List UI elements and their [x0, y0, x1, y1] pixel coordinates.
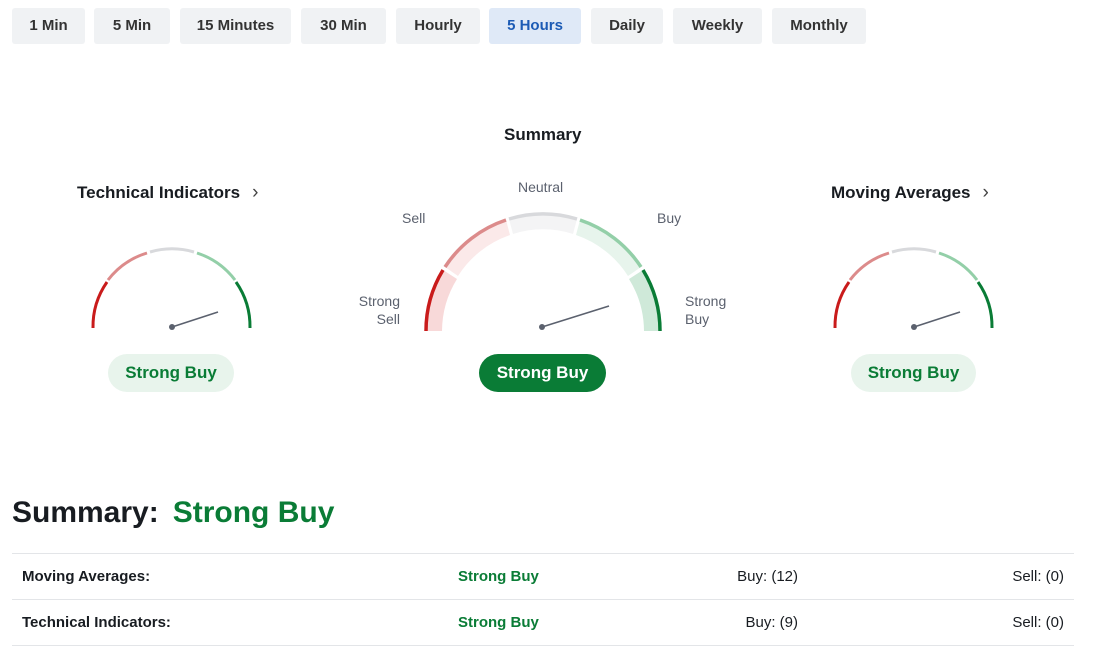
- tab-daily[interactable]: Daily: [591, 8, 663, 44]
- gauge-pivot: [539, 324, 545, 330]
- gauge-needle: [171, 311, 219, 328]
- row-name: Moving Averages:: [22, 568, 151, 585]
- gauge-needle: [541, 305, 610, 328]
- summary-heading-value: Strong Buy: [172, 496, 335, 529]
- gauge-label-strong-sell: Strong Sell: [355, 292, 400, 328]
- row-buy-count: Buy: (12): [737, 568, 798, 585]
- table-row: Moving Averages: Strong Buy Buy: (12) Se…: [12, 554, 1074, 600]
- gauge-label-strong-sell-line2: Sell: [376, 311, 400, 327]
- technical-indicators-gauge: [91, 247, 252, 330]
- gauge-pivot: [911, 324, 917, 330]
- summary-gauge: [424, 212, 662, 332]
- tab-30-min[interactable]: 30 Min: [301, 8, 386, 44]
- row-value: Strong Buy: [458, 568, 539, 585]
- chevron-right-icon[interactable]: ›: [983, 182, 989, 204]
- gauge-segment-buy: [196, 251, 237, 281]
- row-value: Strong Buy: [458, 614, 539, 631]
- gauge-needle: [913, 311, 961, 328]
- summary-gauge-title: Summary: [504, 125, 582, 144]
- summary-heading-label: Summary:: [12, 496, 159, 529]
- technical-indicators-title[interactable]: Technical Indicators ›: [77, 182, 258, 204]
- tab-5-hours[interactable]: 5 Hours: [489, 8, 581, 44]
- gauge-segment-neutral: [891, 247, 937, 254]
- moving-averages-title-text: Moving Averages: [831, 183, 971, 202]
- summary-result-badge: Strong Buy: [479, 354, 606, 392]
- gauge-segment-neutral: [149, 247, 195, 254]
- tab-5-min[interactable]: 5 Min: [94, 8, 170, 44]
- gauge-segment-strong-sell: [833, 281, 851, 329]
- moving-averages-title[interactable]: Moving Averages ›: [831, 182, 989, 204]
- summary-heading: Summary: Strong Buy: [12, 496, 334, 530]
- gauge-fill-buy: [576, 220, 641, 276]
- gauge-segment-buy: [938, 251, 979, 281]
- tab-15-minutes[interactable]: 15 Minutes: [180, 8, 291, 44]
- chevron-right-icon[interactable]: ›: [252, 182, 258, 204]
- tab-monthly[interactable]: Monthly: [772, 8, 866, 44]
- row-sell-count: Sell: (0): [1012, 614, 1064, 631]
- tab-1-min[interactable]: 1 Min: [12, 8, 85, 44]
- table-row: Technical Indicators: Strong Buy Buy: (9…: [12, 600, 1074, 646]
- gauge-segment-sell: [106, 251, 148, 281]
- gauge-label-neutral: Neutral: [518, 179, 564, 195]
- summary-table: Moving Averages: Strong Buy Buy: (12) Se…: [12, 553, 1074, 646]
- row-sell-count: Sell: (0): [1012, 568, 1064, 585]
- technical-indicators-title-text: Technical Indicators: [77, 183, 241, 202]
- gauge-label-strong-buy-line2: Buy: [685, 311, 710, 327]
- gauge-segment-strong-buy: [234, 281, 252, 329]
- moving-averages-result-badge: Strong Buy: [851, 354, 976, 392]
- gauge-pivot: [169, 324, 175, 330]
- row-name: Technical Indicators:: [22, 614, 171, 631]
- gauge-fill-sell: [445, 220, 510, 276]
- gauge-label-strong-buy-line1: Strong: [685, 293, 727, 309]
- gauge-segment-strong-sell: [91, 281, 109, 329]
- tab-hourly[interactable]: Hourly: [396, 8, 480, 44]
- gauge-segment-strong-buy: [976, 281, 994, 329]
- moving-averages-gauge: [833, 247, 994, 330]
- technical-indicators-result-badge: Strong Buy: [108, 354, 234, 392]
- gauge-label-strong-sell-line1: Strong: [358, 293, 400, 309]
- tab-weekly[interactable]: Weekly: [673, 8, 762, 44]
- gauge-segment-sell: [848, 251, 890, 281]
- gauge-label-strong-buy: Strong Buy: [685, 292, 726, 328]
- row-buy-count: Buy: (9): [745, 614, 798, 631]
